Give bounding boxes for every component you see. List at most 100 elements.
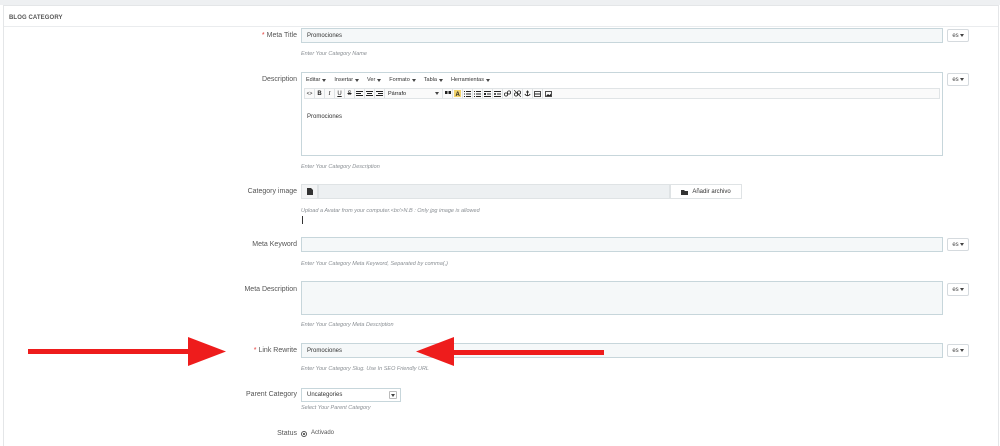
bullet-list-button[interactable]: [463, 89, 473, 98]
link-button[interactable]: [503, 89, 513, 98]
text-color-button[interactable]: A: [453, 89, 463, 98]
editor-toolbar: <> B I U S Párrafo A: [304, 88, 940, 99]
caret-down-icon: [438, 78, 443, 82]
strikethrough-icon: S: [347, 90, 352, 97]
parent-category-label: Parent Category: [246, 391, 297, 398]
unlink-icon: [514, 90, 521, 97]
align-center-button[interactable]: [365, 89, 375, 98]
chevron-down-icon: [389, 391, 397, 399]
align-right-button[interactable]: [375, 89, 385, 98]
parent-category-value: Uncategories: [307, 392, 343, 398]
align-right-icon: [376, 90, 383, 96]
file-name-input[interactable]: [318, 184, 670, 199]
panel-title: BLOG CATEGORY: [9, 15, 63, 21]
status-radio[interactable]: [301, 431, 307, 437]
link-icon: [504, 90, 511, 97]
link-rewrite-label-text: Link Rewrite: [258, 347, 297, 354]
arrow-head: [188, 337, 226, 366]
arrow-shaft: [450, 350, 604, 355]
menu-formato[interactable]: Formato: [389, 77, 416, 83]
caret-down-icon: [377, 78, 382, 82]
format-select[interactable]: Párrafo: [385, 89, 443, 98]
lang-code: es: [952, 347, 959, 354]
menu-insertar[interactable]: Insertar: [334, 77, 360, 83]
meta-description-textarea[interactable]: [301, 281, 943, 315]
meta-title-lang-button[interactable]: es: [947, 29, 969, 42]
text-color-icon: A: [454, 90, 461, 97]
caret-down-icon: [959, 349, 964, 352]
outdent-icon: [484, 90, 491, 97]
menu-editar[interactable]: Editar: [306, 77, 327, 83]
panel-divider: [4, 26, 998, 27]
lang-code: es: [952, 76, 959, 83]
category-image-help: Upload a Avatar from your computer.<br/>…: [301, 208, 480, 214]
description-help: Enter Your Category Description: [301, 164, 380, 170]
meta-description-help: Enter Your Category Meta Description: [301, 322, 394, 328]
menu-label: Ver: [367, 77, 376, 83]
numbered-list-button[interactable]: [473, 89, 483, 98]
add-file-button[interactable]: Añadir archivo: [670, 184, 742, 199]
image-button[interactable]: [543, 89, 553, 98]
caret-down-icon: [391, 393, 395, 397]
source-code-icon: <>: [306, 90, 313, 97]
strikethrough-button[interactable]: S: [345, 89, 355, 98]
link-rewrite-value: Promociones: [307, 347, 343, 354]
menu-label: Formato: [389, 77, 410, 83]
link-rewrite-lang-button[interactable]: es: [947, 344, 969, 357]
link-rewrite-input[interactable]: Promociones: [301, 343, 943, 358]
unlink-button[interactable]: [513, 89, 523, 98]
align-left-icon: [356, 90, 363, 96]
meta-title-label: * Meta Title: [97, 32, 297, 39]
meta-keyword-input[interactable]: [301, 237, 943, 252]
underline-button[interactable]: U: [335, 89, 345, 98]
meta-keyword-lang-button[interactable]: es: [947, 238, 969, 251]
outdent-button[interactable]: [483, 89, 493, 98]
indent-icon: [494, 90, 501, 97]
lang-code: es: [952, 286, 959, 293]
caret-down-icon: [322, 78, 327, 82]
underline-icon: U: [337, 90, 342, 97]
menu-herramientas[interactable]: Herramientas: [451, 77, 490, 83]
parent-category-select[interactable]: Uncategories: [301, 388, 401, 402]
meta-keyword-label: Meta Keyword: [252, 241, 297, 248]
svg-text:A: A: [456, 92, 461, 97]
meta-title-value: Promociones: [307, 32, 343, 39]
image-icon: [544, 90, 552, 97]
required-mark: *: [253, 347, 257, 354]
anchor-button[interactable]: [523, 89, 533, 98]
indent-button[interactable]: [493, 89, 503, 98]
meta-title-label-text: Meta Title: [266, 32, 297, 39]
source-code-button[interactable]: <>: [305, 89, 315, 98]
status-option-label: Activado: [311, 430, 335, 436]
description-label: Description: [261, 76, 297, 83]
media-button[interactable]: [533, 89, 543, 98]
arrow-shaft: [28, 349, 194, 354]
folder-open-icon: [681, 189, 689, 195]
caret-down-icon: [411, 78, 416, 82]
description-lang-button[interactable]: es: [947, 73, 969, 86]
blockquote-button[interactable]: [443, 89, 453, 98]
menu-label: Herramientas: [450, 77, 484, 83]
bold-button[interactable]: B: [315, 89, 325, 98]
required-mark: *: [261, 32, 265, 39]
editor-content[interactable]: Promociones: [307, 114, 342, 120]
italic-button[interactable]: I: [325, 89, 335, 98]
link-rewrite-help: Enter Your Category Slug. Use In SEO Fri…: [301, 366, 429, 372]
meta-description-lang-button[interactable]: es: [947, 283, 969, 296]
meta-title-input[interactable]: Promociones: [301, 28, 943, 43]
caret-down-icon: [959, 288, 964, 291]
description-editor[interactable]: Editar Insertar Ver Formato Tabla Herram…: [301, 72, 943, 156]
menu-tabla[interactable]: Tabla: [424, 77, 443, 83]
menu-label: Editar: [306, 77, 321, 83]
caret-down-icon: [435, 92, 439, 95]
bullet-list-icon: [464, 90, 471, 97]
menu-ver[interactable]: Ver: [367, 77, 382, 83]
quote-icon: [444, 91, 451, 94]
arrow-head: [416, 337, 454, 366]
bold-icon: B: [317, 90, 322, 97]
meta-description-label: Meta Description: [244, 286, 297, 293]
align-left-button[interactable]: [355, 89, 365, 98]
category-image-label: Category image: [247, 188, 297, 195]
lang-code: es: [952, 241, 959, 248]
status-label: Status: [277, 430, 297, 437]
